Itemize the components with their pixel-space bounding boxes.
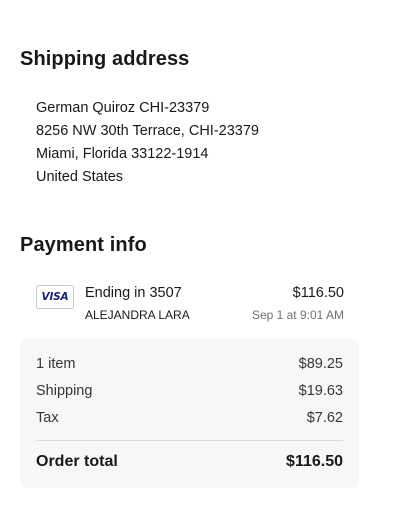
summary-tax-row: Tax $7.62 [36,410,343,426]
summary-shipping-row: Shipping $19.63 [36,383,343,399]
address-line-street: 8256 NW 30th Terrace, CHI-23379 [36,123,259,139]
card-ending-text: Ending in 3507 [85,285,182,301]
payment-amount: $116.50 [292,285,344,301]
address-line-name: German Quiroz CHI-23379 [36,100,210,116]
visa-card-icon: VISA [36,285,74,309]
tax-value: $7.62 [306,410,343,426]
card-holder-name: ALEJANDRA LARA [85,308,190,322]
payment-date: Sep 1 at 9:01 AM [251,308,344,322]
address-line-city: Miami, Florida 33122-1914 [36,146,209,162]
shipping-address-title: Shipping address [20,48,190,70]
card-brand-label: VISA [41,291,69,303]
summary-total-row: Order total $116.50 [36,453,343,471]
order-total-label: Order total [36,453,118,470]
items-label: 1 item [36,356,76,372]
summary-items-row: 1 item $89.25 [36,356,343,372]
items-value: $89.25 [298,356,343,372]
shipping-label: Shipping [36,383,93,399]
order-total-value: $116.50 [286,453,343,470]
payment-info-title: Payment info [20,234,147,256]
address-line-country: United States [36,169,124,185]
shipping-address-block: German Quiroz CHI-23379 8256 NW 30th Ter… [36,97,259,189]
shipping-value: $19.63 [298,383,343,399]
payment-method-row: VISA Ending in 3507 ALEJANDRA LARA $116.… [36,283,344,325]
tax-label: Tax [36,410,59,426]
order-summary-panel: 1 item $89.25 Shipping $19.63 Tax $7.62 … [20,339,359,488]
summary-divider [36,440,343,441]
